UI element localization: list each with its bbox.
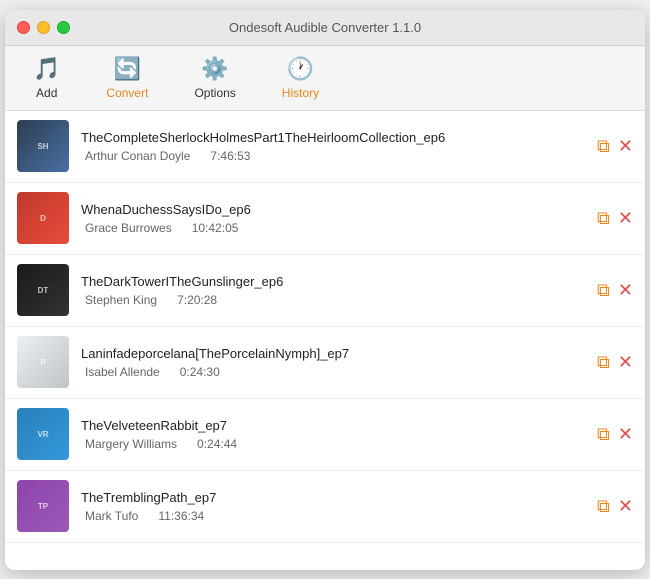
book-cover: D: [17, 192, 69, 244]
book-actions: ⧉ ✕: [597, 425, 633, 443]
book-cover: TP: [17, 480, 69, 532]
maximize-button[interactable]: [57, 21, 70, 34]
book-cover: VR: [17, 408, 69, 460]
toolbar-convert[interactable]: 🔄 Convert: [98, 52, 156, 104]
table-row: DT TheDarkTowerITheGunslinger_ep6 Stephe…: [5, 255, 645, 327]
table-row: SH TheCompleteSherlockHolmesPart1TheHeir…: [5, 111, 645, 183]
book-actions: ⧉ ✕: [597, 137, 633, 155]
title-bar: Ondesoft Audible Converter 1.1.0: [5, 10, 645, 46]
cover-text: D: [17, 192, 69, 244]
book-author: Grace Burrowes: [85, 221, 172, 235]
delete-button[interactable]: ✕: [618, 281, 633, 299]
book-duration: 10:42:05: [192, 221, 239, 235]
book-cover: DT: [17, 264, 69, 316]
table-row: VR TheVelveteenRabbit_ep7 Margery Willia…: [5, 399, 645, 471]
book-actions: ⧉ ✕: [597, 281, 633, 299]
book-info: TheTremblingPath_ep7 Mark Tufo 11:36:34: [81, 490, 585, 523]
book-duration: 0:24:44: [197, 437, 237, 451]
convert-icon: 🔄: [114, 56, 141, 82]
delete-button[interactable]: ✕: [618, 353, 633, 371]
toolbar-history[interactable]: 🕐 History: [274, 52, 327, 104]
book-meta: Margery Williams 0:24:44: [81, 437, 585, 451]
cover-text: P: [17, 336, 69, 388]
delete-button[interactable]: ✕: [618, 137, 633, 155]
book-author: Mark Tufo: [85, 509, 138, 523]
history-label: History: [282, 86, 319, 100]
book-author: Margery Williams: [85, 437, 177, 451]
edit-button[interactable]: ⧉: [597, 497, 610, 515]
book-title: TheVelveteenRabbit_ep7: [81, 418, 585, 433]
add-icon: 🎵: [33, 56, 60, 82]
book-author: Arthur Conan Doyle: [85, 149, 190, 163]
book-title: TheDarkTowerITheGunslinger_ep6: [81, 274, 585, 289]
app-window: Ondesoft Audible Converter 1.1.0 🎵 Add 🔄…: [5, 10, 645, 570]
book-info: Laninfadeporcelana[ThePorcelainNymph]_ep…: [81, 346, 585, 379]
options-label: Options: [194, 86, 235, 100]
traffic-lights: [17, 21, 70, 34]
table-row: D WhenaDuchessSaysIDo_ep6 Grace Burrowes…: [5, 183, 645, 255]
book-meta: Isabel Allende 0:24:30: [81, 365, 585, 379]
book-author: Isabel Allende: [85, 365, 160, 379]
toolbar: 🎵 Add 🔄 Convert ⚙️ Options 🕐 History: [5, 46, 645, 111]
edit-button[interactable]: ⧉: [597, 353, 610, 371]
delete-button[interactable]: ✕: [618, 425, 633, 443]
add-label: Add: [36, 86, 57, 100]
book-list: SH TheCompleteSherlockHolmesPart1TheHeir…: [5, 111, 645, 570]
options-icon: ⚙️: [201, 56, 228, 82]
book-info: TheCompleteSherlockHolmesPart1TheHeirloo…: [81, 130, 585, 163]
table-row: TP TheTremblingPath_ep7 Mark Tufo 11:36:…: [5, 471, 645, 543]
cover-text: TP: [17, 480, 69, 532]
history-icon: 🕐: [287, 56, 314, 82]
book-cover: SH: [17, 120, 69, 172]
book-info: TheDarkTowerITheGunslinger_ep6 Stephen K…: [81, 274, 585, 307]
table-row: P Laninfadeporcelana[ThePorcelainNymph]_…: [5, 327, 645, 399]
edit-button[interactable]: ⧉: [597, 209, 610, 227]
book-meta: Mark Tufo 11:36:34: [81, 509, 585, 523]
book-meta: Arthur Conan Doyle 7:46:53: [81, 149, 585, 163]
book-duration: 11:36:34: [158, 509, 204, 523]
minimize-button[interactable]: [37, 21, 50, 34]
edit-button[interactable]: ⧉: [597, 425, 610, 443]
toolbar-add[interactable]: 🎵 Add: [25, 52, 68, 104]
convert-label: Convert: [106, 86, 148, 100]
cover-text: SH: [17, 120, 69, 172]
delete-button[interactable]: ✕: [618, 497, 633, 515]
book-info: WhenaDuchessSaysIDo_ep6 Grace Burrowes 1…: [81, 202, 585, 235]
close-button[interactable]: [17, 21, 30, 34]
book-duration: 0:24:30: [180, 365, 220, 379]
book-meta: Grace Burrowes 10:42:05: [81, 221, 585, 235]
cover-text: DT: [17, 264, 69, 316]
book-actions: ⧉ ✕: [597, 497, 633, 515]
book-author: Stephen King: [85, 293, 157, 307]
window-title: Ondesoft Audible Converter 1.1.0: [229, 20, 421, 35]
edit-button[interactable]: ⧉: [597, 137, 610, 155]
book-duration: 7:20:28: [177, 293, 217, 307]
book-duration: 7:46:53: [210, 149, 250, 163]
edit-button[interactable]: ⧉: [597, 281, 610, 299]
book-title: TheTremblingPath_ep7: [81, 490, 585, 505]
book-meta: Stephen King 7:20:28: [81, 293, 585, 307]
book-actions: ⧉ ✕: [597, 353, 633, 371]
delete-button[interactable]: ✕: [618, 209, 633, 227]
book-title: WhenaDuchessSaysIDo_ep6: [81, 202, 585, 217]
cover-text: VR: [17, 408, 69, 460]
book-info: TheVelveteenRabbit_ep7 Margery Williams …: [81, 418, 585, 451]
book-title: TheCompleteSherlockHolmesPart1TheHeirloo…: [81, 130, 585, 145]
book-actions: ⧉ ✕: [597, 209, 633, 227]
book-title: Laninfadeporcelana[ThePorcelainNymph]_ep…: [81, 346, 585, 361]
toolbar-options[interactable]: ⚙️ Options: [186, 52, 243, 104]
book-cover: P: [17, 336, 69, 388]
